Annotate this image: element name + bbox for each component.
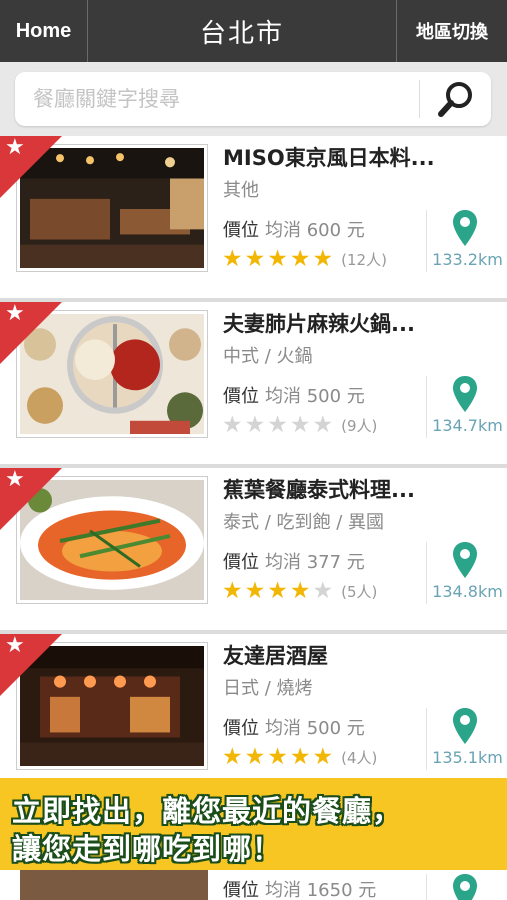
star-icon: ★ <box>5 301 25 326</box>
distance: 135.1km <box>432 748 503 767</box>
star-icon: ★ <box>222 578 243 604</box>
star-icon: ★ <box>244 744 266 770</box>
list-item[interactable]: ★ 友達居酒屋 日式 / 燒烤 價位 均消 500 元 ★ ★ ★ ★ ★ (4人) <box>0 634 507 800</box>
home-button[interactable]: Home <box>0 0 88 62</box>
price-value: 均消 500 元 <box>265 386 365 407</box>
divider <box>426 210 427 272</box>
rating-stars: ★ ★ ★ ★ ★ (9人) <box>222 414 377 437</box>
rating-count: (4人) <box>341 749 378 767</box>
app-header: Home 台北市 地區切換 <box>0 0 507 62</box>
divider <box>426 708 427 770</box>
rating-stars: ★ ★ ★ ★ ★ (5人) <box>222 580 377 603</box>
distance: 134.8km <box>432 582 503 601</box>
star-icon: ★ <box>289 246 311 272</box>
price-label: 價位 <box>223 718 259 739</box>
price-info: 價位 均消 600 元 <box>223 216 365 242</box>
price-info: 價位 均消 1650 元 <box>223 876 376 900</box>
price-value: 均消 377 元 <box>265 552 365 573</box>
list-item[interactable]: ★ 夫妻肺片麻辣火鍋... 中式 / 火鍋 價位均消 500 元 ★ ★ ★ ★… <box>0 302 507 468</box>
price-label: 價位 <box>223 552 259 573</box>
search-input[interactable] <box>15 72 419 126</box>
star-icon: ★ <box>267 578 288 604</box>
promo-banner: 立即找出，離您最近的餐廳， 讓您走到哪吃到哪！ <box>0 778 507 870</box>
price-value: 均消 600 元 <box>265 220 365 241</box>
star-icon: ★ <box>244 412 266 438</box>
promo-text-line1: 立即找出，離您最近的餐廳， <box>12 794 403 828</box>
star-icon: ★ <box>222 246 243 272</box>
rating-count: (5人) <box>341 583 378 601</box>
price-label: 價位 <box>223 220 259 241</box>
star-icon: ★ <box>222 744 243 770</box>
rating-count: (12人) <box>341 251 387 269</box>
star-icon: ★ <box>244 246 266 272</box>
restaurant-category: 中式 / 火鍋 <box>223 346 313 367</box>
rating-count: (9人) <box>341 417 378 435</box>
price-info: 價位 均消 377 元 <box>223 548 365 574</box>
price-label: 價位 <box>223 880 259 900</box>
page-title: 台北市 <box>199 18 284 49</box>
star-icon: ★ <box>267 412 288 438</box>
divider <box>426 874 427 900</box>
star-icon: ★ <box>312 578 334 604</box>
map-pin-icon[interactable] <box>453 210 477 246</box>
search-box <box>15 72 491 126</box>
magnifier-icon <box>437 82 472 117</box>
restaurant-photo <box>20 870 208 900</box>
map-pin-icon[interactable] <box>453 874 477 900</box>
map-pin-icon[interactable] <box>453 708 477 744</box>
list-item[interactable]: ★ 蕉葉餐廳泰式料理... 泰式 / 吃到飽 / 異國 價位 均消 377 元 ★… <box>0 468 507 634</box>
search-bar <box>0 62 507 136</box>
divider <box>426 542 427 604</box>
promo-text-line2: 讓您走到哪吃到哪！ <box>12 832 283 866</box>
star-icon: ★ <box>5 467 25 492</box>
restaurant-name: 夫妻肺片麻辣火鍋... <box>223 312 415 336</box>
star-icon: ★ <box>222 412 243 438</box>
distance: 134.7km <box>432 416 503 435</box>
price-value: 均消 1650 元 <box>265 880 377 900</box>
star-icon: ★ <box>289 578 311 604</box>
map-pin-icon[interactable] <box>453 542 477 578</box>
rating-stars: ★ ★ ★ ★ ★ (12人) <box>222 248 387 271</box>
list-item-partial[interactable]: 價位 均消 1650 元 <box>0 870 507 900</box>
star-icon: ★ <box>267 246 288 272</box>
restaurant-name: MISO東京風日本料... <box>223 146 435 170</box>
restaurant-category: 日式 / 燒烤 <box>223 678 313 699</box>
region-switch-button[interactable]: 地區切換 <box>396 0 507 62</box>
rating-stars: ★ ★ ★ ★ ★ (4人) <box>222 746 377 769</box>
map-pin-icon[interactable] <box>453 376 477 412</box>
divider <box>426 376 427 438</box>
search-button[interactable] <box>420 72 491 126</box>
star-icon: ★ <box>312 744 334 770</box>
star-icon: ★ <box>289 412 311 438</box>
restaurant-list: ★ MISO東京風日本料... 其他 價位 均消 600 元 ★ ★ ★ ★ ★ (12人… <box>0 136 507 800</box>
restaurant-name: 友達居酒屋 <box>223 644 328 668</box>
star-icon: ★ <box>5 135 25 160</box>
star-icon: ★ <box>312 412 334 438</box>
price-info: 價位 均消 500 元 <box>223 714 365 740</box>
price-value: 均消 500 元 <box>265 718 365 739</box>
distance: 133.2km <box>432 250 503 269</box>
price-info: 價位 均消 500 元 <box>223 382 365 408</box>
star-icon: ★ <box>289 744 311 770</box>
price-label: 價位 <box>223 386 259 407</box>
list-item[interactable]: ★ MISO東京風日本料... 其他 價位 均消 600 元 ★ ★ ★ ★ ★ (12人… <box>0 136 507 302</box>
restaurant-category: 泰式 / 吃到飽 / 異國 <box>223 512 385 533</box>
star-icon: ★ <box>5 633 25 658</box>
star-icon: ★ <box>267 744 288 770</box>
star-icon: ★ <box>244 578 266 604</box>
restaurant-name: 蕉葉餐廳泰式料理... <box>223 478 415 502</box>
star-icon: ★ <box>312 246 334 272</box>
restaurant-category: 其他 <box>223 180 259 201</box>
